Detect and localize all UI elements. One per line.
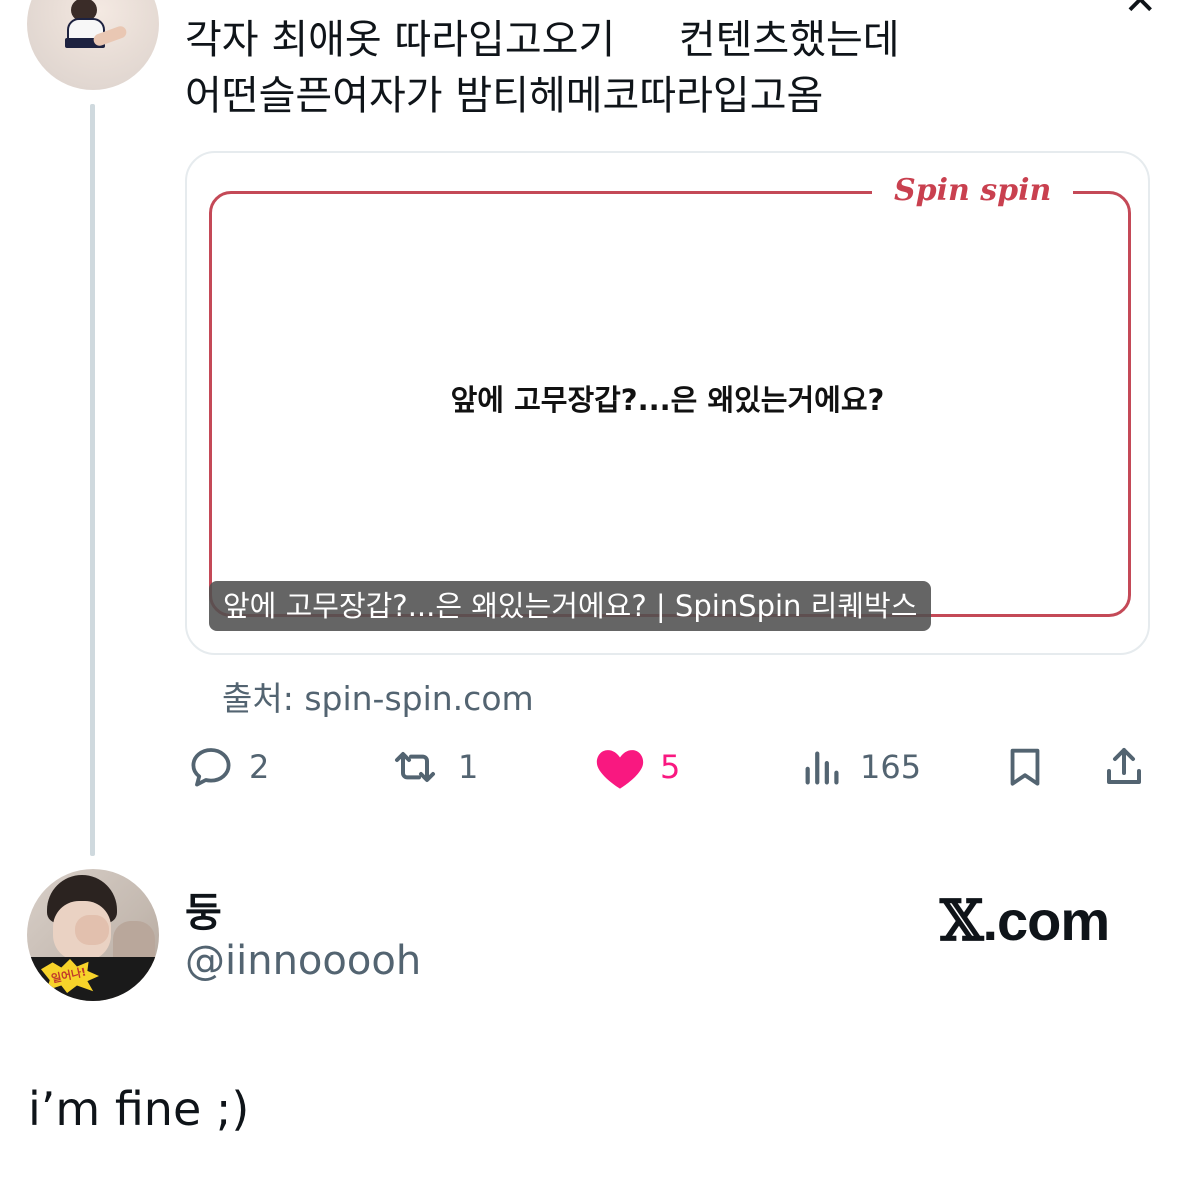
reply-count: 2 (249, 748, 270, 786)
views-icon (800, 743, 846, 791)
bookmark-icon (1002, 743, 1048, 791)
avatar-tweet2[interactable]: 일어나! (27, 869, 159, 1001)
watermark-text: .com (982, 889, 1110, 952)
avatar-tweet1[interactable] (27, 0, 159, 90)
retweet-count: 1 (458, 748, 479, 786)
views-button[interactable]: 165 (800, 742, 921, 792)
share-button[interactable] (1100, 742, 1148, 792)
avatar-shirt (27, 957, 159, 1001)
retweet-icon (386, 743, 444, 791)
heart-icon (594, 743, 646, 791)
x-logo-icon: 𝕏 (940, 888, 983, 954)
reply-icon (187, 743, 235, 791)
card-brand-logo: Spin spin (872, 169, 1074, 213)
x-logo-icon[interactable]: ✕ (1123, 0, 1157, 24)
tweet2-text: i’m fine ;) (28, 1082, 250, 1136)
like-count: 5 (660, 748, 681, 786)
reply-button[interactable]: 2 (187, 742, 269, 792)
bookmark-button[interactable] (1002, 742, 1048, 792)
tweet-text: 각자 최애옷 따라입고오기 컨텐츠했는데 어떤슬픈여자가 밤티헤메코따라입고옴 (185, 12, 900, 124)
x-com-watermark: 𝕏.com (940, 888, 1110, 954)
tweet-text-line2: 어떤슬픈여자가 밤티헤메코따라입고옴 (185, 73, 824, 119)
views-count: 165 (860, 748, 922, 786)
link-preview-card[interactable]: Spin spin 앞에 고무장갑?...은 왜있는거에요? 앞에 고무장갑?.… (185, 151, 1150, 655)
retweet-button[interactable]: 1 (386, 742, 478, 792)
thread-connector-line (90, 104, 95, 856)
like-button[interactable]: 5 (594, 742, 680, 792)
tweet-text-line1: 각자 최애옷 따라입고오기 컨텐츠했는데 (185, 17, 900, 63)
display-name[interactable]: 둥 (185, 880, 222, 938)
user-handle[interactable]: @iinnooooh (185, 938, 421, 984)
avatar-hand (75, 915, 109, 945)
share-icon (1100, 743, 1148, 791)
card-source-link[interactable]: 출처: spin-spin.com (222, 672, 534, 720)
card-question-text: 앞에 고무장갑?...은 왜있는거에요? (450, 383, 885, 417)
card-title-overlay: 앞에 고무장갑?...은 왜있는거에요? | SpinSpin 리퀘박스 (209, 581, 932, 631)
